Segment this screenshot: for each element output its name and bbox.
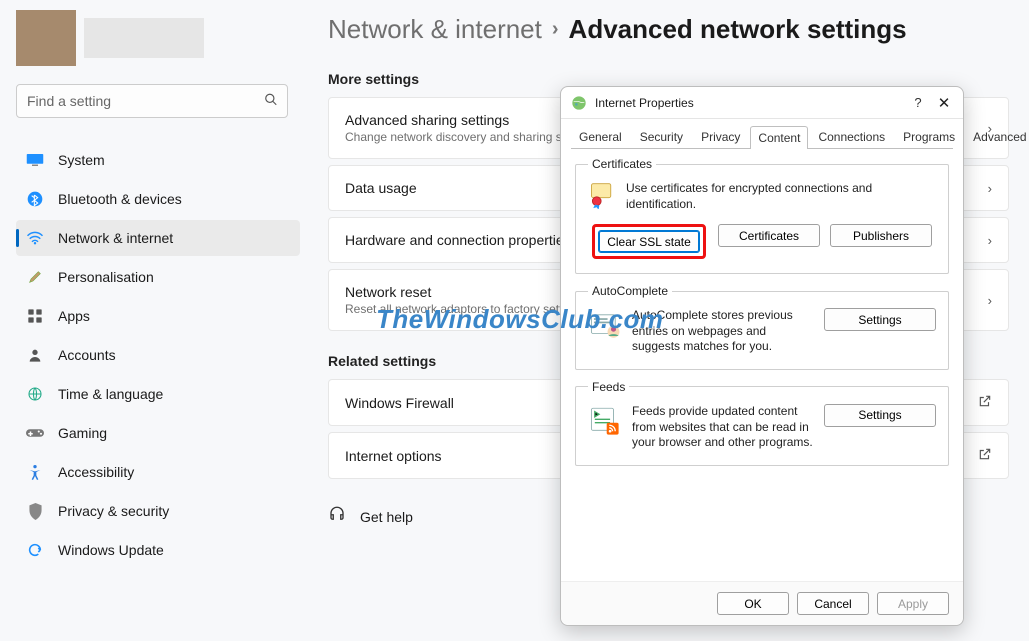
sidebar-item-label: System (58, 152, 105, 168)
internet-properties-dialog: Internet Properties ? ✕ General Security… (560, 86, 964, 626)
card-title: Hardware and connection properties (345, 232, 571, 248)
sidebar-item-label: Time & language (58, 386, 163, 402)
tab-privacy[interactable]: Privacy (693, 125, 748, 148)
autocomplete-group: AutoComplete AutoComplete stores previou… (575, 284, 949, 370)
sidebar-item-system[interactable]: System (16, 142, 300, 178)
tab-general[interactable]: General (571, 125, 630, 148)
sidebar-item-label: Privacy & security (58, 503, 169, 519)
profile-name-redacted (84, 18, 204, 58)
breadcrumb: Network & internet › Advanced network se… (328, 14, 1009, 45)
globe-clock-icon (26, 385, 44, 403)
certificates-legend: Certificates (588, 157, 656, 171)
dialog-title: Internet Properties (595, 96, 905, 110)
autocomplete-desc: AutoComplete stores previous entries on … (632, 308, 814, 355)
dialog-titlebar[interactable]: Internet Properties ? ✕ (561, 87, 963, 119)
clear-ssl-state-button[interactable]: Clear SSL state (598, 230, 700, 253)
search-wrap (16, 84, 288, 118)
search-input[interactable] (16, 84, 288, 118)
sidebar-item-bluetooth[interactable]: Bluetooth & devices (16, 181, 300, 217)
chevron-right-icon: › (988, 293, 992, 308)
card-title: Data usage (345, 180, 417, 196)
sidebar-item-label: Accounts (58, 347, 116, 363)
card-title: Network reset (345, 284, 584, 300)
autocomplete-legend: AutoComplete (588, 284, 672, 298)
chevron-right-icon: › (988, 181, 992, 196)
annotation-highlight: Clear SSL state (592, 224, 706, 259)
sidebar-item-label: Personalisation (58, 269, 154, 285)
wifi-icon (26, 229, 44, 247)
feeds-group: Feeds Feeds provide updated content from… (575, 380, 949, 466)
autocomplete-icon (588, 308, 622, 342)
section-more-settings: More settings (328, 71, 1009, 87)
sidebar-item-windows-update[interactable]: Windows Update (16, 532, 300, 568)
update-icon (26, 541, 44, 559)
feeds-legend: Feeds (588, 380, 629, 394)
monitor-icon (26, 151, 44, 169)
close-button[interactable]: ✕ (931, 94, 957, 112)
breadcrumb-parent[interactable]: Network & internet (328, 14, 542, 45)
cancel-button[interactable]: Cancel (797, 592, 869, 615)
external-link-icon (978, 447, 992, 464)
gamepad-icon (26, 424, 44, 442)
settings-sidebar: System Bluetooth & devices Network & int… (0, 0, 300, 641)
sidebar-item-label: Gaming (58, 425, 107, 441)
certificates-button[interactable]: Certificates (718, 224, 820, 247)
sidebar-item-network[interactable]: Network & internet (16, 220, 300, 256)
breadcrumb-current: Advanced network settings (569, 14, 907, 45)
dialog-body: Certificates Use certificates for encryp… (561, 149, 963, 581)
paintbrush-icon (26, 268, 44, 286)
external-link-icon (978, 394, 992, 411)
chevron-right-icon: › (988, 233, 992, 248)
tab-programs[interactable]: Programs (895, 125, 963, 148)
sidebar-item-gaming[interactable]: Gaming (16, 415, 300, 451)
sidebar-item-personalisation[interactable]: Personalisation (16, 259, 300, 295)
sidebar-item-apps[interactable]: Apps (16, 298, 300, 334)
certificate-icon (588, 181, 616, 209)
sidebar-item-label: Accessibility (58, 464, 134, 480)
chevron-right-icon: › (552, 18, 559, 41)
certificates-group: Certificates Use certificates for encryp… (575, 157, 949, 274)
card-title: Internet options (345, 448, 442, 464)
dialog-tabs: General Security Privacy Content Connect… (561, 119, 963, 148)
tab-advanced[interactable]: Advanced (965, 125, 1029, 148)
tab-security[interactable]: Security (632, 125, 691, 148)
accessibility-icon (26, 463, 44, 481)
ok-button[interactable]: OK (717, 592, 789, 615)
tab-connections[interactable]: Connections (810, 125, 893, 148)
dialog-footer: OK Cancel Apply (561, 581, 963, 625)
feeds-desc: Feeds provide updated content from websi… (632, 404, 814, 451)
profile-block[interactable] (16, 10, 300, 66)
sidebar-item-accessibility[interactable]: Accessibility (16, 454, 300, 490)
person-icon (26, 346, 44, 364)
shield-icon (26, 502, 44, 520)
sidebar-item-label: Apps (58, 308, 90, 324)
autocomplete-settings-button[interactable]: Settings (824, 308, 936, 331)
nav-list: System Bluetooth & devices Network & int… (16, 142, 300, 568)
sidebar-item-time-language[interactable]: Time & language (16, 376, 300, 412)
headset-icon (328, 505, 346, 528)
internet-options-icon (571, 95, 587, 111)
apply-button[interactable]: Apply (877, 592, 949, 615)
sidebar-item-label: Windows Update (58, 542, 164, 558)
sidebar-item-label: Bluetooth & devices (58, 191, 182, 207)
sidebar-item-label: Network & internet (58, 230, 173, 246)
feeds-icon (588, 404, 622, 438)
certificates-desc: Use certificates for encrypted connectio… (626, 181, 936, 212)
apps-grid-icon (26, 307, 44, 325)
tab-content[interactable]: Content (750, 126, 808, 149)
help-label: Get help (360, 509, 413, 525)
bluetooth-icon (26, 190, 44, 208)
card-subtitle: Reset all network adaptors to factory se… (345, 302, 584, 316)
sidebar-item-privacy[interactable]: Privacy & security (16, 493, 300, 529)
avatar (16, 10, 76, 66)
card-title: Windows Firewall (345, 395, 454, 411)
sidebar-item-accounts[interactable]: Accounts (16, 337, 300, 373)
feeds-settings-button[interactable]: Settings (824, 404, 936, 427)
help-button[interactable]: ? (905, 95, 931, 110)
publishers-button[interactable]: Publishers (830, 224, 932, 247)
